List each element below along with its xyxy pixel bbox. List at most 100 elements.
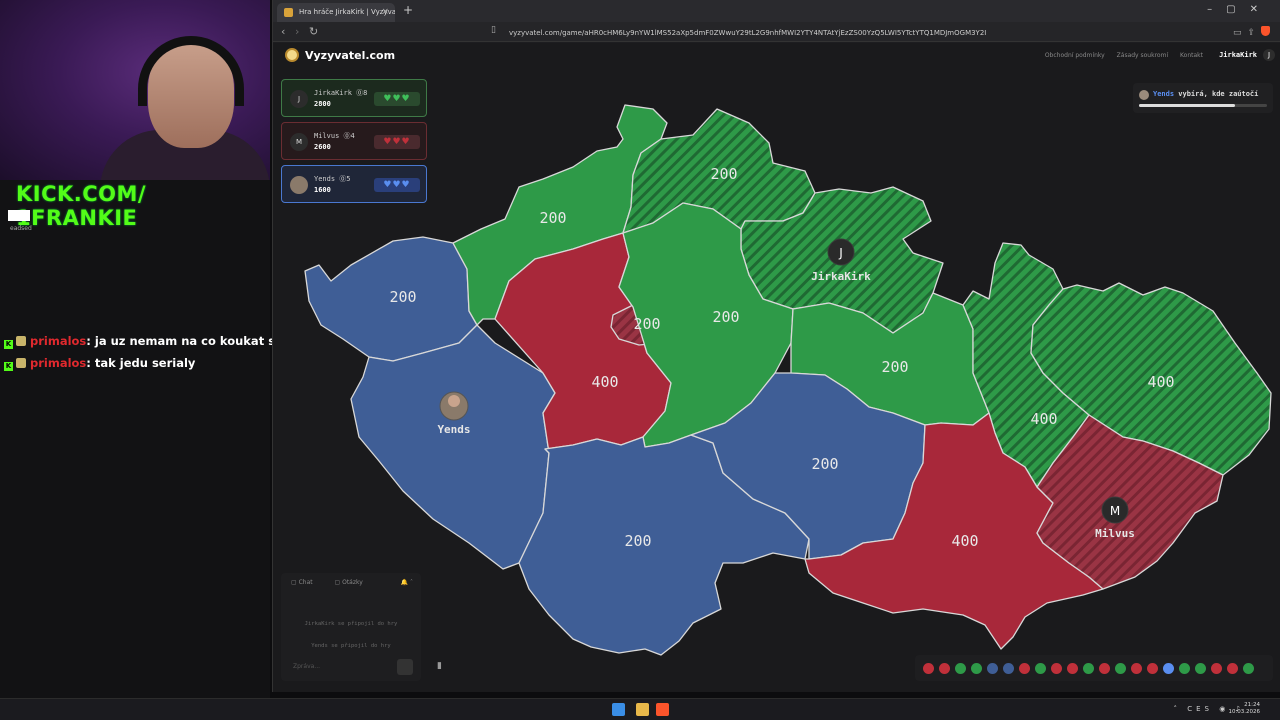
result-dot xyxy=(1163,663,1174,674)
svg-text:Yends: Yends xyxy=(437,423,470,436)
svg-text:Milvus: Milvus xyxy=(1095,527,1135,540)
region-value-stredocesky-west: 400 xyxy=(591,373,618,391)
svg-text:JirkaKirk: JirkaKirk xyxy=(811,270,871,283)
hearts-icon: ♥♥♥ xyxy=(374,178,420,192)
result-dot xyxy=(1179,663,1190,674)
region-value-pardubicky: 200 xyxy=(881,358,908,376)
result-dot xyxy=(1147,663,1158,674)
result-dot xyxy=(1067,663,1078,674)
logo-icon[interactable] xyxy=(285,48,299,62)
url-input[interactable]: vyzyvatel.com/game/aHR0cHM6Ly9nYW1lMS52a… xyxy=(503,26,1033,40)
top-links: Obchodní podmínky Zásady soukromí Kontak… xyxy=(1035,52,1203,59)
hearts-icon: ♥♥♥ xyxy=(374,135,420,149)
region-value-praha: 200 xyxy=(633,315,660,333)
result-dot xyxy=(1035,663,1046,674)
kick-icon: K xyxy=(4,362,13,371)
avatar: J xyxy=(290,90,308,108)
result-dot xyxy=(955,663,966,674)
player-name: Milvus ⓪4 xyxy=(314,132,355,140)
region-value-moravskoslezsky: 400 xyxy=(1147,373,1174,391)
kick-sub: eadsed xyxy=(10,225,32,232)
player-score: 1600 xyxy=(314,186,331,194)
kick-icon: K xyxy=(4,340,13,349)
site-logo[interactable]: Vyzyvatel.com xyxy=(305,49,395,62)
chat-message: JirkaKirk se připojil do hry xyxy=(304,621,398,627)
result-dot xyxy=(1083,663,1094,674)
tab-chat[interactable]: ▢ Chat xyxy=(291,579,323,586)
chat-input[interactable]: Zpráva... xyxy=(287,659,389,673)
forward-icon[interactable]: › xyxy=(295,25,299,38)
region-value-liberecky: 200 xyxy=(710,165,737,183)
headset xyxy=(138,36,244,106)
current-user[interactable]: JirkaKirk xyxy=(1219,51,1257,59)
chat-tabs: ▢ Chat ▢ Otázky xyxy=(291,579,383,586)
brave-browser-icon[interactable] xyxy=(656,703,669,716)
brave-shield-icon[interactable] xyxy=(1261,26,1270,36)
stream-chat-line: Kprimalos: ja uz nemam na co koukat skor… xyxy=(4,334,304,349)
player-name: Yends ⓪5 xyxy=(314,175,351,183)
result-dot xyxy=(939,663,950,674)
round-results xyxy=(915,655,1273,681)
chat-user: primalos xyxy=(30,356,87,370)
back-icon[interactable]: ‹ xyxy=(281,25,285,38)
address-bar: ‹ › ↻ ▯ vyzyvatel.com/game/aHR0cHM6Ly9nY… xyxy=(273,22,1280,42)
taskbar: ˄ CES ◉ ♪ 21:24 10.03.2026 xyxy=(0,698,1280,720)
chat-controls[interactable]: 🔔 ˄ xyxy=(401,579,413,586)
user-avatar[interactable]: J xyxy=(1263,49,1275,61)
result-dot xyxy=(1115,663,1126,674)
file-explorer-icon[interactable] xyxy=(636,703,649,716)
player-card: J JirkaKirk ⓪8 2800 ♥♥♥ xyxy=(281,79,427,117)
chat-user: primalos xyxy=(30,334,87,348)
svg-text:J: J xyxy=(838,246,843,260)
webcam-feed xyxy=(0,0,270,180)
region-value-olomoucky: 400 xyxy=(1030,410,1057,428)
svg-text:M: M xyxy=(1110,504,1120,518)
clock[interactable]: 21:24 10.03.2026 xyxy=(1229,702,1261,716)
result-dot xyxy=(1003,663,1014,674)
hearts-icon: ♥♥♥ xyxy=(374,92,420,106)
windows-start-icon[interactable] xyxy=(612,703,625,716)
reload-icon[interactable]: ↻ xyxy=(309,25,318,38)
turn-indicator: Yends vybírá, kde zaútočí xyxy=(1133,83,1273,113)
marker-yends[interactable]: Yends xyxy=(437,391,471,436)
player-card: M Milvus ⓪4 2600 ♥♥♥ xyxy=(281,122,427,160)
game-page: 200 200 200 400 200 200 200 400 400 200 200 400 J J… xyxy=(273,43,1280,692)
screen: KICK.COM/ 1FRANKIE eadsed Kprimalos: ja … xyxy=(0,0,1280,720)
privacy-link[interactable]: Zásady soukromí xyxy=(1117,52,1168,59)
chat-text: : tak jedu serialy xyxy=(86,356,196,370)
favicon-icon xyxy=(284,8,293,17)
avatar xyxy=(290,176,308,194)
window-controls[interactable]: –▢✕ xyxy=(1207,4,1272,15)
close-tab-icon[interactable]: × xyxy=(381,7,389,17)
player-card: Yends ⓪5 1600 ♥♥♥ xyxy=(281,165,427,203)
region-value-stredocesky-east: 200 xyxy=(712,308,739,326)
turn-timer xyxy=(1139,104,1267,107)
result-dot xyxy=(1243,663,1254,674)
send-button[interactable] xyxy=(397,659,413,675)
result-dot xyxy=(1099,663,1110,674)
tab-questions[interactable]: ▢ Otázky xyxy=(335,579,373,586)
kick-handle: KICK.COM/ 1FRANKIE xyxy=(16,182,147,230)
stream-overlay: KICK.COM/ 1FRANKIE eadsed Kprimalos: ja … xyxy=(0,0,304,698)
region-value-vysocina: 200 xyxy=(811,455,838,473)
result-dot xyxy=(1227,663,1238,674)
terms-link[interactable]: Obchodní podmínky xyxy=(1045,52,1105,59)
region-plzensky[interactable] xyxy=(350,324,556,570)
region-value-jihocesky: 200 xyxy=(624,532,651,550)
browser-window: Hra hráče JirkaKirk | Vyzyvatel... × + –… xyxy=(272,0,1280,692)
extension-icons[interactable]: ▭⇪ xyxy=(1233,26,1270,38)
result-dot xyxy=(1019,663,1030,674)
kick-badge xyxy=(8,210,30,221)
result-dot xyxy=(1195,663,1206,674)
contact-link[interactable]: Kontakt xyxy=(1180,52,1203,59)
stream-chat-line: Kprimalos: tak jedu serialy xyxy=(4,356,195,371)
browser-tab[interactable]: Hra hráče JirkaKirk | Vyzyvatel... × xyxy=(277,3,395,22)
result-dot xyxy=(1051,663,1062,674)
badge-icon xyxy=(16,336,26,346)
player-score: 2800 xyxy=(314,100,331,108)
new-tab-icon[interactable]: + xyxy=(403,3,413,17)
bookmark-icon[interactable]: ▯ xyxy=(491,25,496,35)
pause-icon[interactable]: ▮ xyxy=(437,661,449,675)
region-value-ustecky: 200 xyxy=(539,209,566,227)
turn-timer-fill xyxy=(1139,104,1235,107)
